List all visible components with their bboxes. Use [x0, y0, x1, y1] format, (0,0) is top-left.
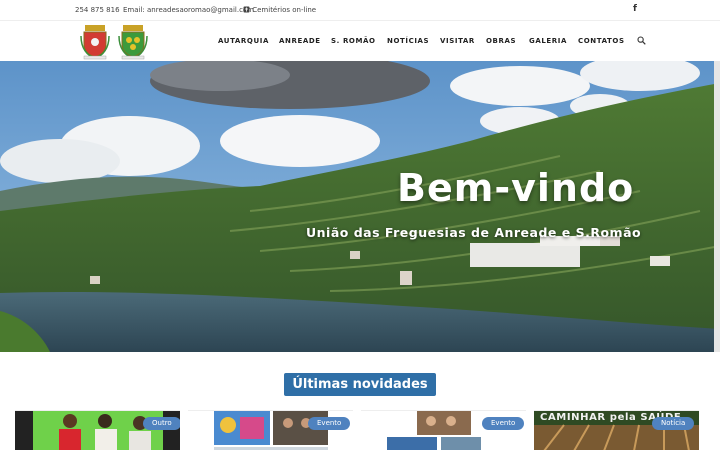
hero-title: Bem-vindo [397, 166, 635, 210]
nav-contatos[interactable]: CONTATOS [578, 37, 625, 45]
hero-subtitle: União das Freguesias de Anreade e S.Romã… [306, 225, 642, 240]
nav-galeria[interactable]: GALERIA [529, 37, 567, 45]
sao-romao-crest-icon[interactable] [117, 24, 149, 60]
news-card-badge: Outro [143, 417, 180, 430]
nav-noticias[interactable]: NOTÍCIAS [387, 37, 429, 45]
phone-number[interactable]: 254 875 816 [75, 6, 120, 14]
hero-banner: Bem-vindo União das Freguesias de Anread… [0, 61, 720, 352]
news-card[interactable]: Evento [361, 410, 526, 450]
news-card[interactable]: CAMINHAR pela SAÚDE Notícia [534, 410, 699, 450]
search-icon[interactable] [637, 36, 646, 45]
latest-news-title: Últimas novidades [284, 373, 436, 396]
email-link[interactable]: Email: anreadesaoromao@gmail.com [123, 6, 254, 14]
facebook-icon[interactable]: f [633, 4, 637, 14]
top-bar: 254 875 816 Email: anreadesaoromao@gmail… [0, 0, 720, 20]
news-card-badge: Evento [482, 417, 525, 430]
cemeteries-link[interactable]: Cemitérios on-line [243, 6, 316, 14]
news-card-badge: Evento [308, 417, 351, 430]
news-card[interactable]: Evento [188, 410, 353, 450]
nav-sao-romao[interactable]: S. ROMÃO [331, 37, 376, 45]
nav-anreade[interactable]: ANREADE [279, 37, 321, 45]
nav-autarquia[interactable]: AUTARQUIA [218, 37, 269, 45]
nav-visitar[interactable]: VISITAR [440, 37, 475, 45]
nav-obras[interactable]: OBRAS [486, 37, 516, 45]
news-card-badge: Notícia [652, 417, 695, 430]
hero-scroll-edge [714, 61, 720, 352]
anreade-crest-icon[interactable] [79, 24, 111, 60]
cemetery-icon [243, 6, 250, 13]
news-card[interactable]: Outro [15, 410, 180, 450]
site-header: AUTARQUIA ANREADE S. ROMÃO NOTÍCIAS VISI… [0, 20, 720, 61]
cemeteries-label: Cemitérios on-line [252, 6, 317, 14]
